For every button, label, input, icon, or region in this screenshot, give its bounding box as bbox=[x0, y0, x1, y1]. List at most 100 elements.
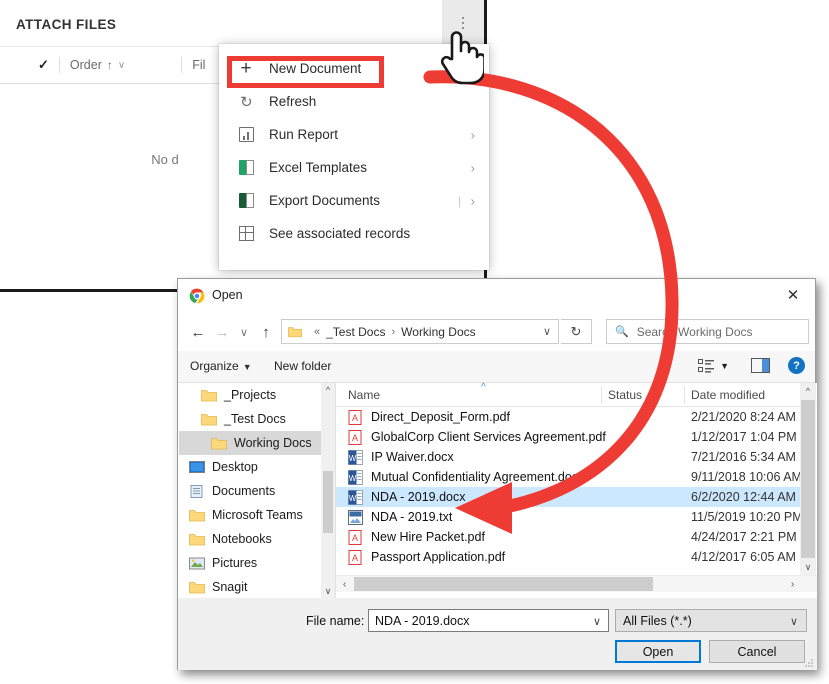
up-one-level-button[interactable]: ↑ bbox=[255, 321, 277, 343]
svg-text:W: W bbox=[349, 454, 357, 463]
column-header-date-modified[interactable]: Date modified bbox=[691, 388, 765, 402]
file-type-select[interactable]: All Files (*.*) ∨ bbox=[615, 609, 807, 632]
folder-icon bbox=[189, 509, 205, 521]
svg-text:A: A bbox=[352, 553, 358, 563]
tree-item-microsoft-teams[interactable]: Microsoft Teams bbox=[179, 503, 335, 527]
navigation-pane-scrollbar[interactable]: ^ ∨ bbox=[321, 383, 335, 598]
scroll-up-icon[interactable]: ^ bbox=[321, 383, 335, 397]
list-item[interactable]: A New Hire Packet.pdf 4/24/2017 2:21 PM bbox=[336, 527, 801, 547]
chevron-down-icon[interactable]: ∨ bbox=[543, 325, 551, 338]
tree-item-label: Documents bbox=[212, 484, 276, 498]
screenshot-root: ATTACH FILES ✓ Order ↑ ∨ Fil No d + New … bbox=[0, 0, 829, 684]
dialog-command-bar: Organize ▼ New folder ▼ ? bbox=[178, 351, 815, 383]
select-all-checkbox[interactable]: ✓ bbox=[38, 57, 49, 73]
plus-icon: + bbox=[240, 58, 252, 79]
preview-pane-icon[interactable] bbox=[751, 358, 770, 373]
svg-text:A: A bbox=[352, 433, 358, 443]
breadcrumb-segment-2[interactable]: Working Docs bbox=[401, 325, 475, 339]
column-divider-1[interactable] bbox=[601, 386, 602, 404]
menu-item-label: New Document bbox=[269, 61, 362, 76]
scroll-down-icon[interactable]: ∨ bbox=[321, 584, 335, 598]
column-header-name[interactable]: Name bbox=[348, 388, 380, 402]
scrollbar-thumb[interactable] bbox=[354, 577, 653, 591]
desktop-icon bbox=[189, 460, 205, 473]
tree-item-pictures[interactable]: Pictures bbox=[179, 551, 335, 575]
list-item[interactable]: A Direct_Deposit_Form.pdf 2/21/2020 8:24… bbox=[336, 407, 801, 427]
view-layout-icon[interactable] bbox=[698, 358, 715, 373]
file-date: 4/24/2017 2:21 PM bbox=[691, 530, 797, 544]
scroll-down-icon[interactable]: ∨ bbox=[800, 559, 816, 575]
forward-button[interactable]: → bbox=[211, 321, 233, 343]
menu-item-run-report[interactable]: Run Report › bbox=[219, 118, 489, 151]
cancel-button[interactable]: Cancel bbox=[709, 640, 805, 663]
tree-item-desktop[interactable]: Desktop bbox=[179, 455, 335, 479]
open-button[interactable]: Open bbox=[615, 640, 701, 663]
chevron-down-icon[interactable]: ∨ bbox=[593, 615, 601, 628]
excel-export-icon bbox=[235, 191, 257, 211]
organize-button[interactable]: Organize ▼ bbox=[190, 359, 252, 373]
column-divider-2[interactable] bbox=[684, 386, 685, 404]
chevron-down-icon[interactable]: ∨ bbox=[790, 615, 798, 628]
file-date: 2/21/2020 8:24 AM bbox=[691, 410, 796, 424]
file-list-horizontal-scrollbar[interactable]: ‹ › bbox=[336, 575, 817, 592]
page-title: ATTACH FILES bbox=[16, 17, 117, 32]
scroll-up-icon[interactable]: ^ bbox=[800, 383, 816, 399]
menu-item-label: Excel Templates bbox=[269, 160, 368, 175]
scroll-right-icon[interactable]: › bbox=[784, 576, 801, 592]
recent-locations-button[interactable]: ∨ bbox=[233, 321, 255, 343]
tree-item-projects[interactable]: _Projects bbox=[179, 383, 335, 407]
open-file-dialog: Open ✕ ← → ∨ ↑ « _Test Docs › Working Do… bbox=[177, 278, 817, 670]
search-input[interactable]: 🔍 Search Working Docs bbox=[606, 319, 809, 344]
list-item[interactable]: NDA - 2019.txt 11/5/2019 10:20 PM bbox=[336, 507, 803, 527]
scroll-left-icon[interactable]: ‹ bbox=[336, 576, 353, 592]
menu-separator-pipe: | bbox=[457, 193, 461, 208]
list-item[interactable]: W Mutual Confidentiality Agreement.docx … bbox=[336, 467, 802, 487]
column-header-order[interactable]: Order ↑ ∨ bbox=[70, 58, 125, 72]
scrollbar-thumb[interactable] bbox=[801, 400, 815, 558]
refresh-button[interactable]: ↻ bbox=[561, 319, 592, 344]
breadcrumb[interactable]: « _Test Docs › Working Docs ∨ bbox=[281, 319, 559, 344]
word-icon: W bbox=[348, 469, 363, 485]
scrollbar-thumb[interactable] bbox=[323, 471, 333, 533]
menu-item-excel-templates[interactable]: Excel Templates › bbox=[219, 151, 489, 184]
tree-item-documents[interactable]: Documents bbox=[179, 479, 335, 503]
menu-item-refresh[interactable]: ↺ Refresh bbox=[219, 85, 489, 118]
refresh-icon: ↺ bbox=[239, 93, 253, 111]
chevron-right-icon: › bbox=[470, 127, 475, 142]
help-icon[interactable]: ? bbox=[788, 357, 805, 374]
list-item-selected[interactable]: W NDA - 2019.docx 6/2/2020 12:44 AM bbox=[336, 487, 801, 507]
file-name-input[interactable]: NDA - 2019.docx ∨ bbox=[368, 609, 609, 632]
chevron-down-icon: ▼ bbox=[242, 362, 252, 372]
file-date: 9/11/2018 10:06 AM bbox=[691, 470, 802, 484]
chevron-down-icon[interactable]: ▼ bbox=[720, 361, 729, 371]
menu-item-see-associated-records[interactable]: See associated records bbox=[219, 217, 489, 250]
tree-item-notebooks[interactable]: Notebooks bbox=[179, 527, 335, 551]
column-header-file[interactable]: Fil bbox=[192, 58, 205, 72]
tree-item-label: Microsoft Teams bbox=[212, 508, 303, 522]
folder-icon bbox=[189, 581, 205, 593]
svg-text:W: W bbox=[349, 474, 357, 483]
tree-item-working-docs[interactable]: Working Docs bbox=[179, 431, 335, 455]
header-divider-1 bbox=[58, 57, 60, 73]
file-date: 1/12/2017 1:04 PM bbox=[691, 430, 797, 444]
menu-item-export-documents[interactable]: Export Documents | › bbox=[219, 184, 489, 217]
back-button[interactable]: ← bbox=[187, 321, 209, 343]
resize-grip-icon[interactable] bbox=[804, 658, 814, 668]
menu-item-label: See associated records bbox=[269, 226, 411, 241]
file-name: NDA - 2019.txt bbox=[371, 510, 453, 524]
excel-icon bbox=[235, 158, 257, 178]
column-header-status[interactable]: Status bbox=[608, 388, 642, 402]
file-list-vertical-scrollbar[interactable]: ^ ∨ bbox=[800, 383, 816, 575]
file-name: NDA - 2019.docx bbox=[371, 490, 466, 504]
tree-item-test-docs[interactable]: _Test Docs bbox=[179, 407, 335, 431]
new-folder-button[interactable]: New folder bbox=[274, 359, 331, 373]
list-item[interactable]: A GlobalCorp Client Services Agreement.p… bbox=[336, 427, 801, 447]
tree-item-snagit[interactable]: Snagit bbox=[179, 575, 335, 598]
chevron-down-icon[interactable]: ∨ bbox=[118, 60, 125, 71]
close-icon[interactable]: ✕ bbox=[771, 279, 815, 311]
search-icon: 🔍 bbox=[615, 326, 629, 338]
breadcrumb-segment-1[interactable]: _Test Docs bbox=[326, 325, 385, 339]
list-item[interactable]: A Passport Application.pdf 4/12/2017 6:0… bbox=[336, 547, 801, 567]
list-item[interactable]: W IP Waiver.docx 7/21/2016 5:34 AM bbox=[336, 447, 801, 467]
tree-item-label: _Test Docs bbox=[224, 412, 286, 426]
